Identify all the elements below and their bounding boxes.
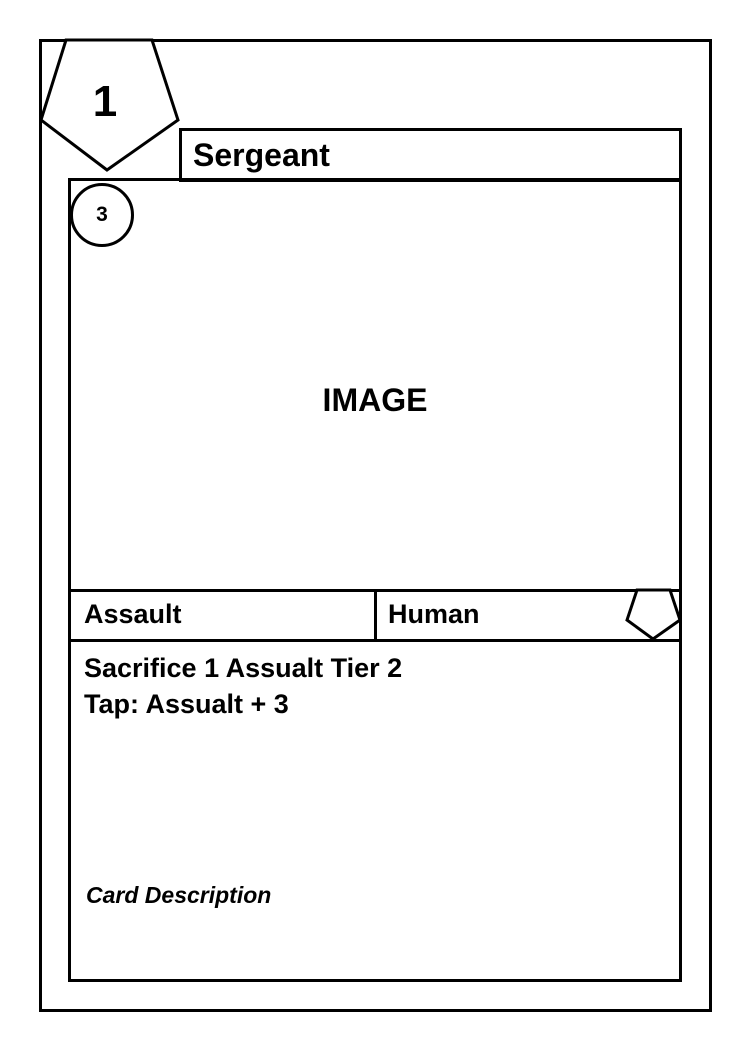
card-race-label: Human [388,599,480,629]
card-class-label: Assault [84,599,182,629]
cost-value: 3 [96,203,108,226]
rules-line-1: Sacrifice 1 Assualt Tier 2 [84,653,403,683]
tier-value: 1 [92,77,118,126]
rules-line-2: Tap: Assualt + 3 [84,689,289,719]
card-name: Sergeant [193,137,330,173]
art-placeholder-label: IMAGE [322,382,428,418]
corner-pentagon-icon [625,588,682,641]
flavor-text: Card Description [86,882,272,908]
cost-circle-icon: 3 [70,183,134,247]
